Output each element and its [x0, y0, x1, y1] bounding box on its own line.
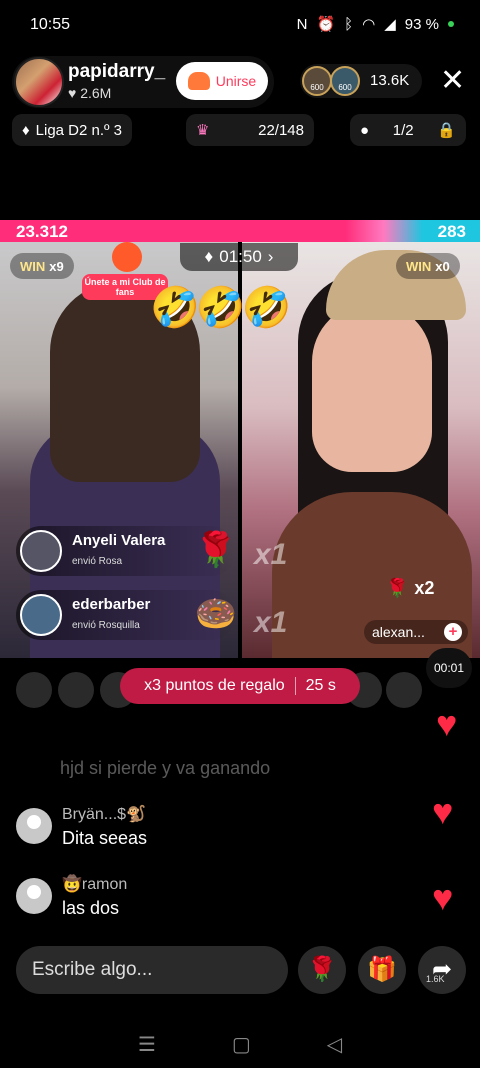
viewer-count[interactable]: 13.6K: [370, 72, 409, 89]
gift-sender-avatar[interactable]: [20, 530, 62, 572]
host-avatar[interactable]: [14, 57, 64, 107]
gift-sender-name: Anyeli Valera: [72, 532, 166, 549]
viewer-avatar[interactable]: 600: [330, 66, 360, 96]
close-icon[interactable]: ✕: [440, 66, 465, 96]
viewer-badge: 600: [310, 83, 324, 92]
win-badge-right: WIN x0: [396, 253, 460, 279]
gift-sent-text: envió Rosa: [72, 556, 123, 567]
laughing-emoji-reaction: 🤣🤣🤣: [150, 286, 291, 330]
gift-count: x2: [414, 578, 435, 598]
viewer-avatar[interactable]: 600: [302, 66, 332, 96]
diamond-icon: ♦: [204, 247, 214, 266]
gift-notification[interactable]: ederbarber envió Rosquilla 🍩: [16, 590, 237, 640]
status-time: 10:55: [30, 16, 71, 33]
comment-avatar[interactable]: [16, 808, 52, 844]
battle-score-bar: [0, 220, 480, 242]
rose-icon: 🌹: [307, 956, 337, 983]
alarm-icon: ⏰: [316, 16, 336, 33]
gifter-avatar[interactable]: [16, 672, 52, 708]
opponent-name-pill[interactable]: alexan... +: [364, 620, 468, 644]
comment-faded: hjd si pierde y va ganando: [60, 758, 271, 778]
bluetooth-icon: ᛒ: [344, 15, 354, 33]
system-nav-bar: ☰ ▢ ◁: [0, 1020, 480, 1068]
battle-timer[interactable]: ♦ 01:50 ›: [180, 243, 298, 271]
lock-icon: 🔒: [437, 122, 456, 139]
ratio-pill[interactable]: ● 1/2 🔒: [350, 114, 466, 146]
win-label: WIN: [20, 258, 46, 274]
win-count: x9: [49, 258, 64, 274]
gift-points-label: x3 puntos de regalo: [144, 677, 285, 694]
rank-pill[interactable]: ♛ 22/148: [186, 114, 314, 146]
status-dot-icon: [448, 21, 454, 27]
rank-value: 22/148: [258, 121, 304, 139]
gift-button[interactable]: 🎁: [358, 946, 406, 994]
rose-gift-icon: 🌹: [386, 578, 409, 598]
league-pill[interactable]: ♦ Liga D2 n.º 3: [12, 114, 133, 146]
join-button[interactable]: Unirse: [176, 62, 268, 100]
ratio-value: 1/2: [392, 121, 414, 139]
gift-points-banner[interactable]: x3 puntos de regalo 25 s: [120, 668, 360, 704]
viewer-badge: 600: [338, 83, 352, 92]
gifter-avatar[interactable]: [58, 672, 94, 708]
multiplier-text: x1: [254, 538, 288, 571]
status-bar: 10:55 N ⏰ ᛒ ◠ ◢ 93 %: [0, 0, 480, 52]
comment-avatar[interactable]: [16, 878, 52, 914]
opponent-gift: 🌹 x2: [386, 578, 434, 599]
diamond-icon: ♦: [22, 121, 30, 139]
heart-icon: ♥: [432, 877, 454, 918]
back-icon[interactable]: ◁: [327, 1032, 342, 1057]
rose-gift-button[interactable]: 🌹: [298, 946, 346, 994]
comment-text: Dita seeas: [62, 828, 148, 848]
rose-gift-icon: 🌹: [194, 531, 238, 569]
share-count: 1.6K: [426, 974, 445, 984]
signal-icon: ◢: [384, 16, 396, 33]
gift-sender-avatar[interactable]: [20, 594, 62, 636]
comment-username[interactable]: Bryän...$🐒: [62, 804, 146, 824]
chevron-right-icon: ›: [267, 247, 274, 266]
nfc-icon: N: [296, 15, 308, 33]
donut-gift-icon: 🍩: [194, 595, 238, 633]
timer-value: 01:50: [219, 247, 262, 266]
score-left: 23.312: [16, 222, 68, 241]
win-label: WIN: [406, 258, 432, 274]
home-icon[interactable]: ▢: [232, 1032, 251, 1057]
host-likes-count: 2.6M: [80, 85, 112, 101]
win-count: x0: [435, 258, 450, 274]
small-timer: 00:01: [426, 648, 472, 688]
host-likes: ♥ 2.6M: [68, 85, 112, 101]
gift-notification[interactable]: Anyeli Valera envió Rosa 🌹: [16, 526, 237, 576]
gifter-avatar[interactable]: [386, 672, 422, 708]
share-button[interactable]: ➦ 1.6K: [418, 946, 466, 994]
fan-club-icon: [112, 242, 142, 272]
win-badge-left: WIN x9: [10, 253, 74, 279]
recents-icon[interactable]: ☰: [138, 1032, 156, 1057]
heart-join-icon: [187, 72, 210, 90]
join-label: Unirse: [215, 73, 257, 89]
multiplier-text: x1: [254, 606, 288, 639]
battery-text: 93 %: [404, 15, 439, 33]
streamer-right-face: [312, 302, 432, 472]
heart-icon: ♥: [436, 703, 458, 744]
opponent-name: alexan...: [372, 624, 425, 640]
host-name[interactable]: papidarry_: [68, 61, 165, 83]
wifi-icon: ◠: [362, 16, 376, 33]
gift-box-icon: 🎁: [367, 956, 397, 983]
gift-sent-text: envió Rosquilla: [72, 620, 140, 631]
comment-username[interactable]: 🤠ramon: [62, 874, 127, 894]
heart-icon: ♥: [432, 791, 454, 832]
status-icons: N ⏰ ᛒ ◠ ◢ 93 %: [297, 15, 454, 33]
comment-text: las dos: [62, 898, 120, 918]
league-label: Liga D2 n.º 3: [35, 121, 123, 139]
comment-input[interactable]: Escribe algo...: [16, 946, 288, 994]
fans-icon: ●: [360, 121, 370, 139]
score-right: 283: [437, 222, 466, 241]
divider: [294, 677, 296, 695]
gift-sender-name: ederbarber: [72, 596, 151, 613]
follow-plus-icon[interactable]: +: [444, 623, 462, 641]
gift-points-time: 25 s: [305, 677, 336, 694]
ranking-icon: ♛: [196, 122, 210, 139]
